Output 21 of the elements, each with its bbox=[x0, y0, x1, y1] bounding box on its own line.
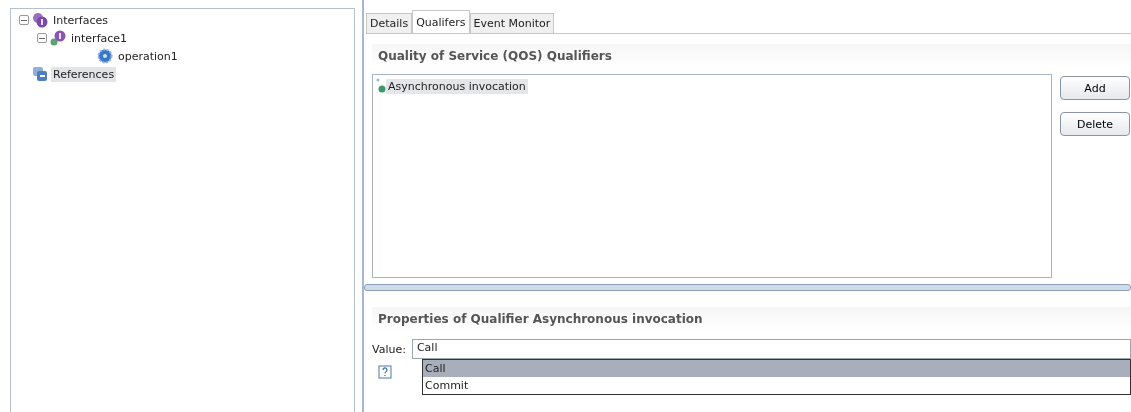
value-combo[interactable]: Call bbox=[411, 339, 1131, 359]
references-icon bbox=[32, 66, 48, 82]
interface-icon bbox=[50, 30, 66, 46]
action-button[interactable]: Add bbox=[1060, 76, 1130, 100]
qualifier-icon bbox=[376, 78, 386, 94]
dropdown-option[interactable]: Commit bbox=[423, 377, 1130, 394]
tab[interactable]: Details bbox=[366, 13, 413, 33]
tab[interactable]: Event Monitor bbox=[469, 13, 555, 33]
collapse-icon[interactable] bbox=[37, 33, 47, 43]
interfaces-icon bbox=[32, 12, 48, 28]
tree-item[interactable]: operation1 bbox=[116, 48, 180, 64]
tree-item[interactable]: Interfaces bbox=[51, 12, 110, 28]
tree-item[interactable]: References bbox=[51, 66, 117, 82]
collapse-icon[interactable] bbox=[19, 15, 29, 25]
field-label: Value: bbox=[372, 342, 406, 356]
list-item[interactable]: Asynchronous invocation bbox=[386, 78, 528, 94]
dropdown-option[interactable]: Call bbox=[423, 360, 1130, 377]
action-button[interactable]: Delete bbox=[1060, 112, 1130, 136]
tree-item[interactable]: interface1 bbox=[69, 30, 130, 46]
gear-icon bbox=[97, 48, 113, 64]
tab[interactable]: Qualifers bbox=[412, 10, 470, 33]
